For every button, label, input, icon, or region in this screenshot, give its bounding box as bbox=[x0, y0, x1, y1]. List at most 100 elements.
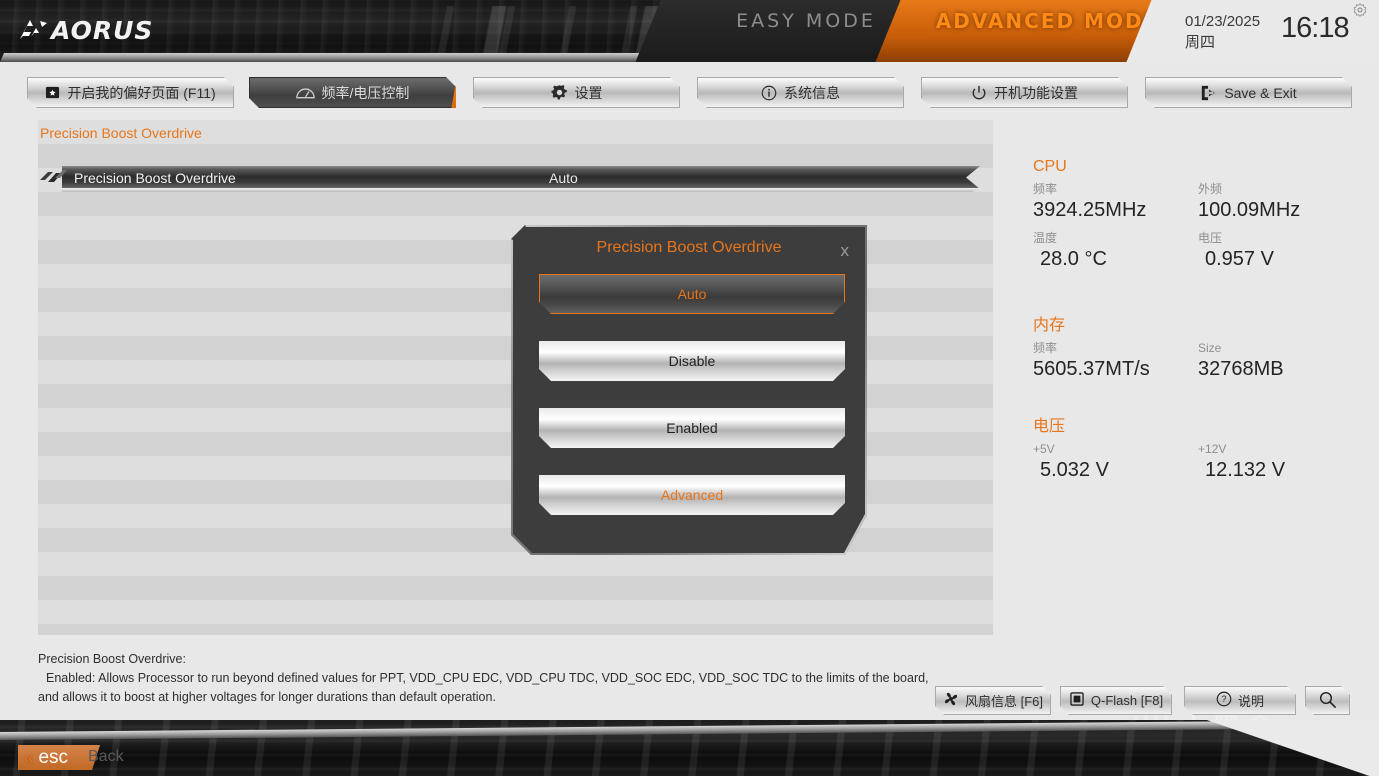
chevron-left-icon: « bbox=[24, 747, 30, 767]
list-row bbox=[38, 192, 993, 216]
main-tab-bar: 开启我的偏好页面 (F11) 频率/电压控制 设置 系统信息 开机功能设置 Sa… bbox=[0, 62, 1379, 114]
bottom-banner bbox=[0, 720, 1379, 776]
stat-key: 外频 bbox=[1198, 182, 1223, 196]
stat-value: 32768MB bbox=[1198, 358, 1284, 380]
stat-key: 温度 bbox=[1033, 231, 1058, 245]
dialog-option-disable[interactable]: Disable bbox=[539, 341, 845, 381]
svg-text:?: ? bbox=[1222, 694, 1227, 704]
aorus-wordmark: AORUS bbox=[51, 16, 154, 45]
list-row bbox=[38, 624, 993, 635]
tab-save-exit-label: Save & Exit bbox=[1224, 84, 1297, 101]
selected-row-value: Auto bbox=[549, 170, 578, 186]
sidebar-stat: 频率 5605.37MT/s bbox=[1033, 340, 1198, 382]
sidebar-stat: +5V 5.032 V bbox=[1033, 441, 1198, 483]
dialog-option-label: Advanced bbox=[660, 487, 724, 503]
stat-value: 5.032 V bbox=[1040, 459, 1109, 481]
list-row bbox=[38, 576, 993, 600]
tab-tweaker[interactable]: 频率/电压控制 bbox=[249, 77, 456, 108]
tab-settings-label: 设置 bbox=[574, 84, 603, 101]
list-row bbox=[38, 144, 993, 168]
selected-row-underline bbox=[62, 188, 982, 192]
sidebar-stat: Size 32768MB bbox=[1198, 340, 1363, 382]
stat-key: 频率 bbox=[1033, 341, 1058, 355]
stat-key: 电压 bbox=[1198, 231, 1223, 245]
dialog-option-enabled[interactable]: Enabled bbox=[539, 408, 845, 448]
tab-save-exit[interactable]: Save & Exit bbox=[1145, 77, 1352, 108]
tab-boot-label: 开机功能设置 bbox=[994, 84, 1078, 101]
help-button[interactable]: ? 说明 bbox=[1184, 686, 1296, 715]
stat-key: +5V bbox=[1033, 442, 1055, 456]
gear-icon[interactable] bbox=[1353, 3, 1367, 17]
fan-info-button[interactable]: 风扇信息 [F6] bbox=[935, 686, 1051, 715]
chip-icon bbox=[1069, 691, 1085, 710]
time-label: 16:18 bbox=[1281, 12, 1350, 44]
dialog-title: Precision Boost Overdrive bbox=[596, 239, 782, 256]
stat-value: 28.0 °C bbox=[1040, 248, 1107, 270]
tab-boot[interactable]: 开机功能设置 bbox=[921, 77, 1128, 108]
fan-icon bbox=[943, 691, 959, 710]
stat-key: Size bbox=[1198, 341, 1222, 355]
sidebar-stat: 电压 0.957 V bbox=[1198, 230, 1363, 272]
dialog-option-auto[interactable]: Auto bbox=[539, 274, 845, 314]
esc-key-label: esc bbox=[38, 746, 69, 768]
help-title: Precision Boost Overdrive: bbox=[38, 652, 186, 666]
sidebar-stat: 外频 100.09MHz bbox=[1198, 181, 1363, 223]
stat-key: 频率 bbox=[1033, 182, 1058, 196]
weekday-label: 周四 bbox=[1185, 34, 1216, 51]
tweaker-gauge-icon bbox=[296, 85, 315, 100]
qflash-label: Q-Flash [F8] bbox=[1090, 693, 1164, 708]
stat-key: +12V bbox=[1198, 442, 1227, 456]
tab-favorites-label: 开启我的偏好页面 (F11) bbox=[67, 84, 216, 101]
breadcrumb: Precision Boost Overdrive bbox=[40, 125, 202, 141]
stat-value: 3924.25MHz bbox=[1033, 199, 1147, 221]
sidebar-group-voltage: 电压 +5V 5.032 V +12V 12.132 V bbox=[1033, 412, 1363, 490]
help-panel: Precision Boost Overdrive: Enabled: Allo… bbox=[38, 650, 938, 707]
sidebar-group-memory: 内存 频率 5605.37MT/s Size 32768MB bbox=[1033, 311, 1363, 389]
easy-mode-label[interactable]: EASY MODE bbox=[706, 6, 906, 36]
top-banner: AORUS EASY MODE ADVANCED MODE 01/23/2025… bbox=[0, 0, 1379, 62]
sidebar-stat: 频率 3924.25MHz bbox=[1033, 181, 1198, 223]
tab-system-info[interactable]: 系统信息 bbox=[697, 77, 904, 108]
list-row bbox=[38, 552, 993, 576]
list-row bbox=[38, 600, 993, 624]
tab-settings[interactable]: 设置 bbox=[473, 77, 680, 108]
aorus-falcon-icon bbox=[20, 19, 47, 39]
gear-icon bbox=[551, 84, 568, 101]
tab-favorites[interactable]: 开启我的偏好页面 (F11) bbox=[27, 77, 234, 108]
sidebar-group-title: CPU bbox=[1033, 158, 1067, 175]
aorus-logo: AORUS bbox=[18, 16, 153, 45]
qflash-button[interactable]: Q-Flash [F8] bbox=[1060, 686, 1172, 715]
sidebar-group-title: 内存 bbox=[1033, 317, 1066, 334]
sidebar-group-cpu: CPU 频率 3924.25MHz 外频 100.09MHz 温度 28.0 °… bbox=[1033, 158, 1363, 279]
fan-info-label: 风扇信息 [F6] bbox=[964, 694, 1043, 709]
hardware-monitor-sidebar: CPU 频率 3924.25MHz 外频 100.09MHz 温度 28.0 °… bbox=[1000, 114, 1379, 674]
favorite-page-icon bbox=[45, 85, 60, 100]
selected-row-label: Precision Boost Overdrive bbox=[74, 170, 236, 186]
dialog-option-label: Disable bbox=[668, 353, 716, 369]
help-label: 说明 bbox=[1237, 694, 1264, 709]
back-label: Back bbox=[88, 748, 124, 765]
search-button[interactable] bbox=[1305, 686, 1350, 715]
search-magnifier-icon bbox=[1318, 690, 1337, 712]
close-icon[interactable]: x bbox=[841, 241, 850, 261]
datetime-panel: 01/23/2025 周四 16:18 bbox=[1163, 0, 1379, 62]
sidebar-stat: 温度 28.0 °C bbox=[1033, 230, 1198, 272]
stat-value: 5605.37MT/s bbox=[1033, 358, 1150, 380]
stat-value: 12.132 V bbox=[1205, 459, 1286, 481]
bios-screen: AORUS EASY MODE ADVANCED MODE 01/23/2025… bbox=[0, 0, 1379, 776]
tab-system-info-label: 系统信息 bbox=[784, 84, 840, 101]
power-icon bbox=[971, 85, 987, 101]
help-question-icon: ? bbox=[1216, 691, 1232, 710]
dialog-option-advanced[interactable]: Advanced bbox=[539, 475, 845, 515]
dialog-content: Precision Boost Overdrive x Auto Disable… bbox=[511, 225, 867, 555]
info-icon bbox=[761, 85, 777, 101]
stat-value: 100.09MHz bbox=[1198, 199, 1301, 221]
exit-icon bbox=[1200, 85, 1217, 101]
tab-tweaker-label: 频率/电压控制 bbox=[321, 84, 410, 101]
dialog-option-label: Enabled bbox=[666, 420, 718, 436]
help-body: Enabled: Allows Processor to run beyond … bbox=[38, 671, 929, 704]
sidebar-stat: +12V 12.132 V bbox=[1198, 441, 1363, 483]
dialog-option-label: Auto bbox=[677, 286, 707, 302]
sidebar-group-title: 电压 bbox=[1033, 418, 1066, 435]
selection-arrow-icon bbox=[40, 170, 67, 182]
